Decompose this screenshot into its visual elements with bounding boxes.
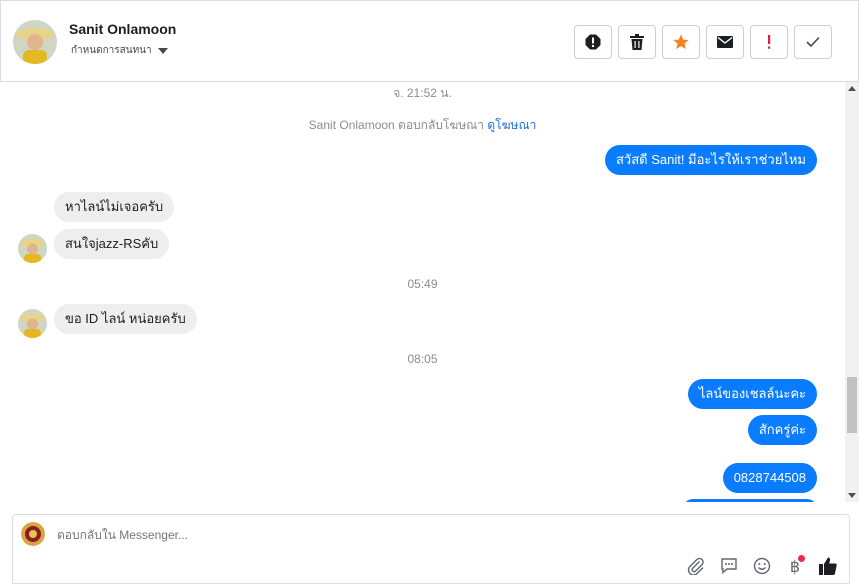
timestamp: จ. 21:52 น. [393,86,452,100]
message-thread: จ. 21:52 น. Sanit Onlamoon ตอบกลับโฆษณา … [0,82,845,502]
contact-name[interactable]: Sanit Onlamoon [69,21,176,37]
incoming-message[interactable]: หาไลน์ไม่เจอครับ [54,192,175,222]
reply-input[interactable] [57,528,657,542]
checkmark-icon [806,36,820,48]
like-send-button[interactable] [817,555,839,577]
mark-done-button[interactable] [794,25,832,59]
saved-replies-button[interactable] [718,555,740,577]
smiley-icon [753,557,771,575]
view-ad-link[interactable]: ดูโฆษณา [487,118,536,132]
trash-icon [630,34,644,50]
incoming-message[interactable]: ขอ ID ไลน์ หน่อยครับ [54,304,197,334]
contact-avatar[interactable] [13,20,57,64]
scroll-up-arrow-icon[interactable] [848,86,856,91]
attach-button[interactable] [685,555,707,577]
paperclip-icon [687,557,704,575]
mark-unread-button[interactable] [706,25,744,59]
conversation-header: Sanit Onlamoon กำหนดการสนทนา [0,0,859,82]
outgoing-message[interactable]: 0828744508 [722,463,817,493]
incoming-message[interactable]: สนใจjazz-RSคับ [54,229,170,259]
chat-bubble-icon [721,558,737,575]
thread-scrollbar[interactable] [845,82,859,502]
outgoing-message[interactable]: สวัสดี Sanit! มีอะไรให้เราช่วยไหม [604,145,817,175]
delete-button[interactable] [618,25,656,59]
notification-dot [798,555,805,562]
star-icon [673,34,689,49]
exclamation-icon [768,35,771,49]
ad-reply-notice: Sanit Onlamoon ตอบกลับโฆษณา ดูโฆษณา [0,116,845,135]
page-avatar [21,522,45,546]
timestamp: 05:49 [407,277,438,291]
contact-avatar-small[interactable] [18,234,47,263]
outgoing-message[interactable]: สักครู่ค่ะ [747,415,817,445]
report-button[interactable] [574,25,612,59]
conversation-label-dropdown[interactable]: กำหนดการสนทนา [71,43,168,58]
outgoing-message-partial[interactable] [683,499,817,502]
message-composer: ฿ [12,514,850,584]
outgoing-message[interactable]: ไลน์ของเชลล์นะคะ [687,379,817,409]
conversation-label-text: กำหนดการสนทนา [71,45,152,56]
emoji-button[interactable] [751,555,773,577]
composer-toolbar: ฿ [685,555,839,577]
header-actions [574,25,832,59]
envelope-icon [717,36,733,48]
scroll-down-arrow-icon[interactable] [848,493,856,498]
caret-down-icon [157,47,168,54]
report-icon [585,34,601,50]
spam-button[interactable] [750,25,788,59]
ad-reply-text: Sanit Onlamoon ตอบกลับโฆษณา [308,118,485,132]
timestamp: 08:05 [407,352,438,366]
thumbs-up-icon [819,557,837,575]
contact-avatar-small[interactable] [18,309,47,338]
star-button[interactable] [662,25,700,59]
payment-button[interactable]: ฿ [784,555,806,577]
scroll-thumb[interactable] [847,377,857,433]
